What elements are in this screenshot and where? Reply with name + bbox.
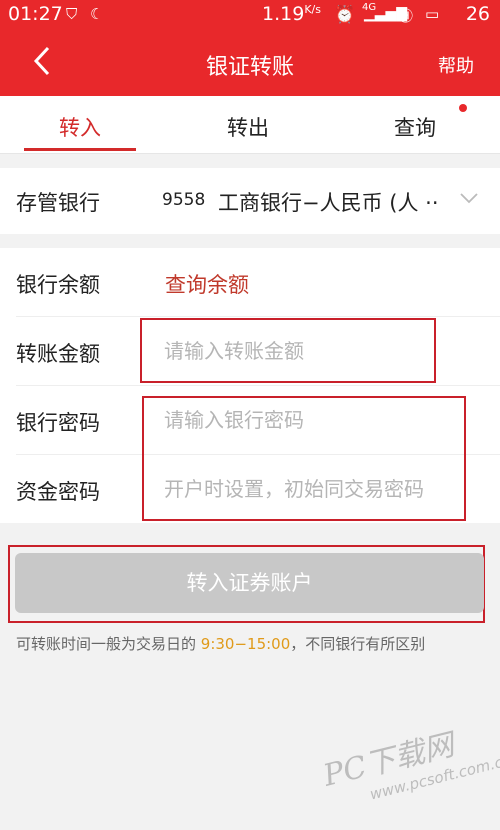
moon-icon: ☾ bbox=[90, 5, 104, 23]
active-tab-indicator bbox=[24, 148, 136, 151]
tab-transfer-in[interactable]: 转入 bbox=[25, 112, 135, 142]
custodian-bank-label: 存管银行 bbox=[16, 191, 100, 215]
status-bar: 01:27 ⛉ ☾ 1.19K/s ⏰ 4G ▁▃▅▇ Ⓗ ▭ 26 bbox=[0, 0, 500, 30]
status-time: 01:27 bbox=[8, 3, 63, 25]
tab-query[interactable]: 查询 bbox=[360, 112, 470, 142]
fund-password-label: 资金密码 bbox=[16, 480, 100, 504]
bank-password-label: 银行密码 bbox=[16, 411, 100, 435]
transfer-time-hint: 可转账时间一般为交易日的 9:30−15:00，不同银行有所区别 bbox=[16, 635, 426, 653]
hd-icon: Ⓗ bbox=[398, 7, 414, 25]
network-speed: 1.19K/s bbox=[262, 3, 321, 25]
tab-transfer-out[interactable]: 转出 bbox=[193, 112, 303, 142]
bank-code: 9558 bbox=[162, 190, 206, 210]
bank-name: 工商银行−人民币 (人 ·· bbox=[218, 191, 439, 215]
nav-bar: 银证转账 帮助 bbox=[0, 30, 500, 96]
help-button[interactable]: 帮助 bbox=[438, 52, 474, 78]
custodian-bank-row[interactable]: 存管银行 9558 工商银行−人民币 (人 ·· bbox=[0, 168, 500, 234]
alarm-icon: ⏰ bbox=[334, 5, 356, 25]
highlight-box bbox=[142, 396, 466, 521]
balance-label: 银行余额 bbox=[16, 273, 100, 297]
battery-icon: ▭ bbox=[425, 5, 440, 23]
transfer-in-button[interactable]: 转入证券账户 bbox=[15, 553, 484, 613]
query-balance-link[interactable]: 查询余额 bbox=[165, 269, 249, 299]
tab-bar: 转入 转出 查询 bbox=[0, 96, 500, 154]
highlight-box bbox=[140, 318, 436, 383]
balance-row: 银行余额 查询余额 bbox=[0, 248, 500, 316]
battery-level: 26 bbox=[465, 3, 490, 25]
shield-icon: ⛉ bbox=[66, 5, 78, 23]
chevron-down-icon[interactable] bbox=[458, 190, 480, 206]
amount-label: 转账金额 bbox=[16, 342, 100, 366]
notification-dot bbox=[459, 104, 467, 112]
page-title: 银证转账 bbox=[205, 55, 294, 80]
